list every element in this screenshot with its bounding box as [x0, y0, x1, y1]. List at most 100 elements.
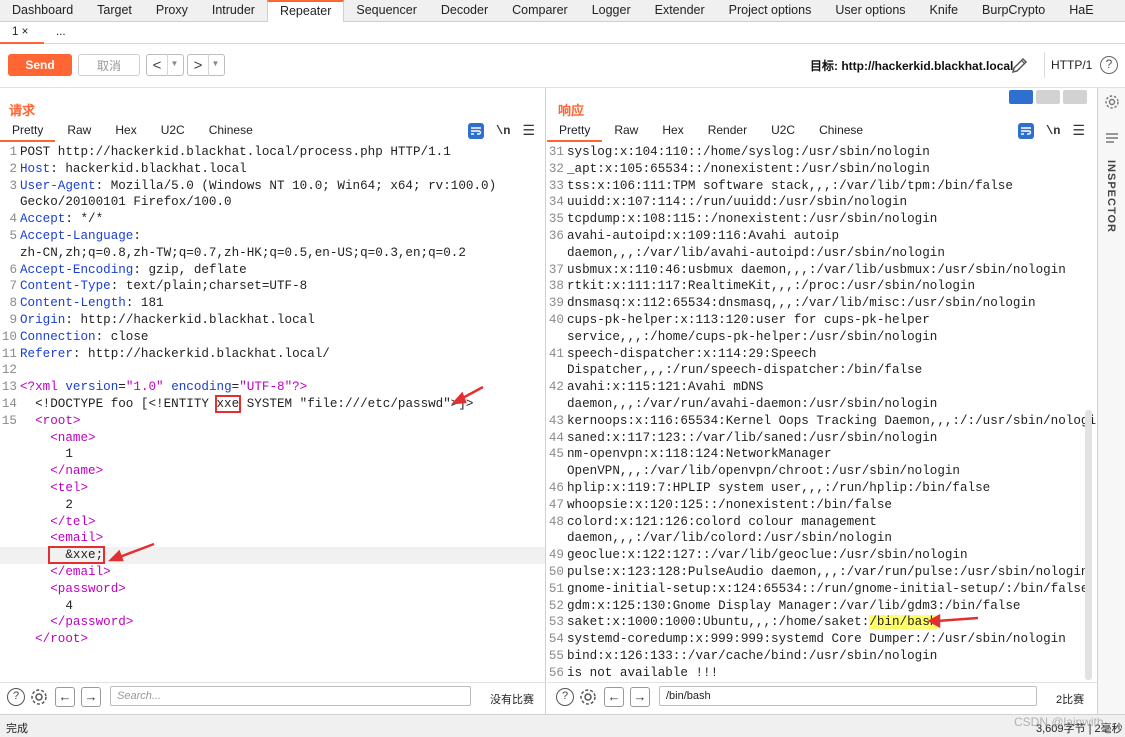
notes-icon[interactable]: [1104, 130, 1120, 146]
repeater-tab-bar: 1 × ...: [0, 22, 1125, 44]
code-segment: pulse:x:123:128:PulseAudio daemon,,,:/va…: [567, 564, 1089, 579]
inspector-label[interactable]: INSPECTOR: [1105, 160, 1117, 233]
settings-icon[interactable]: [1104, 94, 1120, 110]
request-editor[interactable]: 1 POST http://hackerkid.blackhat.local/pr…: [0, 144, 545, 680]
top-tab-dashboard[interactable]: Dashboard: [0, 0, 85, 22]
request-title: 请求: [9, 103, 36, 118]
line-number: 46: [548, 480, 564, 495]
code-segment: <tel>: [20, 480, 89, 495]
menu-icon[interactable]: ☰: [1072, 122, 1085, 139]
response-view-tab-render[interactable]: Render: [696, 120, 759, 142]
request-view-tab-hex[interactable]: Hex: [103, 120, 148, 142]
code-segment: <email>: [20, 531, 104, 546]
request-code-line: 6 Accept-Encoding: gzip, deflate: [0, 262, 545, 279]
cancel-button[interactable]: 取消: [78, 54, 140, 76]
top-tab-comparer[interactable]: Comparer: [500, 0, 580, 22]
response-view-tab-u2c[interactable]: U2C: [759, 120, 807, 142]
line-number: [0, 581, 20, 598]
line-number: 44: [548, 430, 564, 445]
line-number: [0, 598, 20, 615]
history-back-group[interactable]: < ▼: [146, 54, 184, 76]
request-search-input[interactable]: [110, 686, 471, 706]
wrap-lines-icon[interactable]: [1018, 122, 1034, 139]
line-text: service,,,:/home/cups-pk-helper:/usr/sbi…: [567, 329, 937, 346]
previous-match-button[interactable]: ←: [55, 687, 75, 707]
inspector-sidebar[interactable]: INSPECTOR: [1097, 88, 1125, 714]
response-view-tab-hex[interactable]: Hex: [650, 120, 695, 142]
top-tab-intruder[interactable]: Intruder: [200, 0, 267, 22]
top-tab-hae[interactable]: HaE: [1057, 0, 1105, 22]
line-number: [547, 329, 567, 346]
back-arrow-icon[interactable]: <: [147, 57, 167, 74]
newline-toggle-icon[interactable]: \n: [1046, 124, 1060, 138]
top-tab-extender[interactable]: Extender: [643, 0, 717, 22]
help-icon[interactable]: ?: [7, 688, 25, 706]
layout-toggle[interactable]: [1009, 90, 1087, 104]
layout-tabs-icon[interactable]: [1063, 90, 1087, 104]
line-number: [0, 547, 20, 564]
repeater-tab-1[interactable]: 1 ×: [0, 22, 44, 44]
pencil-icon[interactable]: [1010, 55, 1030, 75]
top-tab-sequencer[interactable]: Sequencer: [344, 0, 428, 22]
request-view-tab-raw[interactable]: Raw: [55, 120, 103, 142]
line-text: 1: [20, 446, 73, 463]
line-text: _apt:x:105:65534::/nonexistent:/usr/sbin…: [567, 161, 930, 178]
top-tab-logger[interactable]: Logger: [580, 0, 643, 22]
gear-icon[interactable]: [29, 687, 49, 707]
code-segment: version: [65, 380, 119, 395]
response-code-line: 39 dnsmasq:x:112:65534:dnsmasq,,,:/var/li…: [547, 295, 1097, 312]
history-forward-group[interactable]: > ▼: [187, 54, 225, 76]
response-editor[interactable]: 31 syslog:x:104:110::/home/syslog:/usr/sb…: [547, 144, 1097, 680]
forward-arrow-icon[interactable]: >: [188, 57, 208, 74]
newline-toggle-icon[interactable]: \n: [496, 124, 510, 138]
top-tab-user-options[interactable]: User options: [823, 0, 917, 22]
top-tab-burpcrypto[interactable]: BurpCrypto: [970, 0, 1057, 22]
line-text: Content-Type: text/plain;charset=UTF-8: [20, 278, 307, 295]
line-number: [0, 631, 20, 648]
top-tab-repeater[interactable]: Repeater: [266, 0, 345, 22]
next-match-button[interactable]: →: [630, 687, 650, 707]
gear-icon[interactable]: [578, 687, 598, 707]
line-number: [0, 530, 20, 547]
request-pane: 请求 Pretty Raw Hex U2C Chinese \n ☰ 1 POST htt…: [0, 88, 546, 714]
protocol-selector[interactable]: HTTP/1: [1044, 52, 1092, 78]
response-search-input[interactable]: [659, 686, 1037, 706]
response-code-line: 35 tcpdump:x:108:115::/nonexistent:/usr/s…: [547, 211, 1097, 228]
code-segment: &xxe;: [48, 546, 106, 565]
code-segment: tcpdump:x:108:115::/nonexistent:/usr/sbi…: [567, 212, 938, 227]
chevron-down-icon[interactable]: ▼: [167, 54, 181, 76]
chevron-down-icon[interactable]: ▼: [208, 54, 222, 76]
top-tab-target[interactable]: Target: [85, 0, 144, 22]
line-number: 42: [548, 380, 564, 395]
response-view-tab-chinese[interactable]: Chinese: [807, 120, 875, 142]
code-segment: : */*: [65, 212, 104, 227]
wrap-lines-icon[interactable]: [468, 122, 484, 139]
layout-split-icon[interactable]: [1009, 90, 1033, 104]
response-scrollbar[interactable]: [1085, 410, 1092, 680]
help-icon[interactable]: ?: [556, 688, 574, 706]
top-tab-proxy[interactable]: Proxy: [144, 0, 200, 22]
request-view-tab-pretty[interactable]: Pretty: [0, 120, 56, 142]
request-view-tab-chinese[interactable]: Chinese: [197, 120, 265, 142]
line-text: uuidd:x:107:114::/run/uuidd:/usr/sbin/no…: [567, 194, 907, 211]
top-tab-project-options[interactable]: Project options: [717, 0, 824, 22]
menu-icon[interactable]: ☰: [522, 122, 535, 139]
line-text: avahi:x:115:121:Avahi mDNS: [567, 379, 764, 396]
line-number: 11: [1, 346, 17, 361]
request-view-tab-u2c[interactable]: U2C: [149, 120, 197, 142]
line-number: 38: [548, 279, 564, 294]
send-button[interactable]: Send: [8, 54, 72, 76]
code-segment: systemd-coredump:x:999:999:systemd Core …: [567, 632, 1066, 647]
line-text: speech-dispatcher:x:114:29:Speech: [567, 346, 816, 363]
repeater-tab-new[interactable]: ...: [44, 22, 88, 44]
layout-horizontal-icon[interactable]: [1036, 90, 1060, 104]
help-icon[interactable]: ?: [1100, 56, 1118, 74]
line-number: 4: [9, 212, 17, 227]
code-segment: _apt:x:105:65534::/nonexistent:/usr/sbin…: [567, 161, 930, 176]
previous-match-button[interactable]: ←: [604, 687, 624, 707]
response-view-tab-raw[interactable]: Raw: [602, 120, 650, 142]
top-tab-decoder[interactable]: Decoder: [429, 0, 500, 22]
top-tab-knife[interactable]: Knife: [918, 0, 971, 22]
next-match-button[interactable]: →: [81, 687, 101, 707]
response-view-tab-pretty[interactable]: Pretty: [547, 120, 603, 142]
